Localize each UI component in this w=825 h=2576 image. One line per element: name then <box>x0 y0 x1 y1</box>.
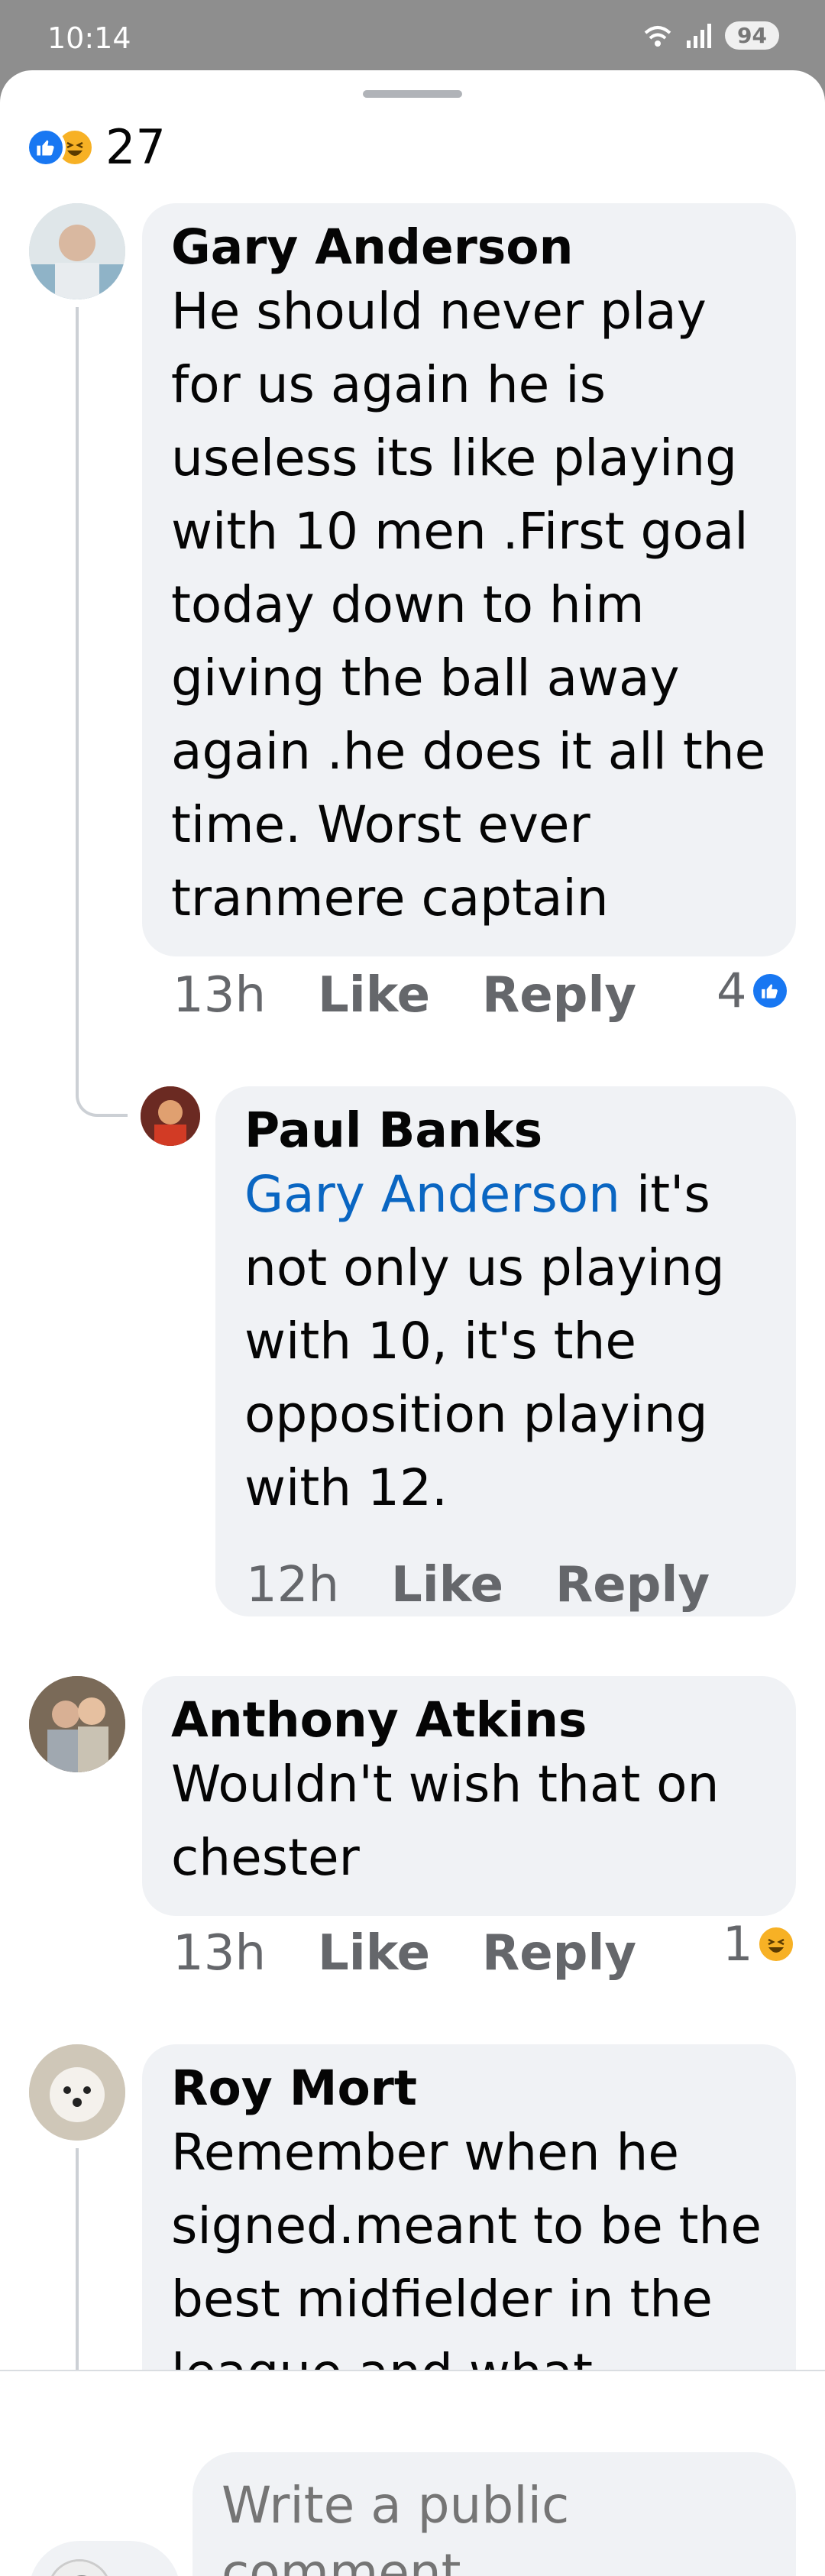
reply-actions: 12h Like Reply <box>246 1557 762 1613</box>
comment-author[interactable]: Roy Mort <box>171 2060 768 2116</box>
reply-bubble[interactable]: Paul Banks Gary Anderson it's not only u… <box>215 1086 796 1616</box>
comment-text: He should never play for us again he is … <box>171 282 766 928</box>
comment-reaction-count: 1 <box>723 1916 753 1972</box>
comment-composer: ▼ <box>0 2370 825 2576</box>
comment-reactions[interactable]: 1 <box>723 1916 796 1972</box>
comment-reaction-count: 4 <box>717 963 747 1018</box>
comment-time[interactable]: 13h <box>173 967 266 1024</box>
avatar[interactable] <box>29 1676 125 1772</box>
drag-handle[interactable] <box>363 90 462 98</box>
like-icon <box>751 971 790 1010</box>
reactions-summary[interactable]: 27 <box>26 119 166 175</box>
like-button[interactable]: Like <box>318 1925 430 1982</box>
comment-time[interactable]: 12h <box>246 1557 339 1613</box>
profile-switcher[interactable]: ▼ <box>29 2541 180 2576</box>
comment-text: Wouldn't wish that on chester <box>171 1755 720 1888</box>
thread-line <box>76 307 79 1079</box>
comment-text: Gary Anderson it's not only us playing w… <box>244 1158 768 1525</box>
status-time: 10:14 <box>47 21 131 55</box>
mention-link[interactable]: Gary Anderson <box>244 1165 620 1224</box>
comment-reactions[interactable]: 4 <box>717 963 790 1018</box>
comment-actions: 13h Like Reply <box>173 1925 688 1982</box>
wifi-icon <box>644 25 671 47</box>
like-button[interactable]: Like <box>318 967 430 1024</box>
status-bar: 10:14 94 <box>0 0 825 76</box>
comment-time[interactable]: 13h <box>173 1925 266 1982</box>
comment-author[interactable]: Gary Anderson <box>171 219 768 275</box>
thread-connector <box>76 1048 128 1117</box>
avatar[interactable] <box>29 203 125 299</box>
comment-bubble[interactable]: Gary Anderson He should never play for u… <box>142 203 796 956</box>
like-button[interactable]: Like <box>391 1557 503 1613</box>
comment-actions: 13h Like Reply <box>173 967 688 1024</box>
avatar[interactable] <box>141 1086 200 1146</box>
system-icons: 94 <box>642 21 779 50</box>
haha-icon <box>757 1924 796 1963</box>
signal-icon <box>687 23 712 48</box>
reply-button[interactable]: Reply <box>482 1925 636 1982</box>
avatar <box>47 2559 112 2576</box>
comment-input[interactable] <box>192 2452 796 2576</box>
comment-author[interactable]: Paul Banks <box>244 1102 768 1158</box>
battery-indicator: 94 <box>725 21 779 50</box>
comments-sheet: 27 Gary Anderson He should never play fo… <box>0 70 825 2576</box>
comment-bubble[interactable]: Anthony Atkins Wouldn't wish that on che… <box>142 1676 796 1916</box>
comment-text: Remember when he signed.meant to be the … <box>171 2123 762 2402</box>
reply-button[interactable]: Reply <box>555 1557 710 1613</box>
comment-author[interactable]: Anthony Atkins <box>171 1692 768 1748</box>
like-icon <box>26 127 66 167</box>
avatar[interactable] <box>29 2044 125 2141</box>
reaction-total: 27 <box>105 119 166 175</box>
reply-button[interactable]: Reply <box>482 967 636 1024</box>
